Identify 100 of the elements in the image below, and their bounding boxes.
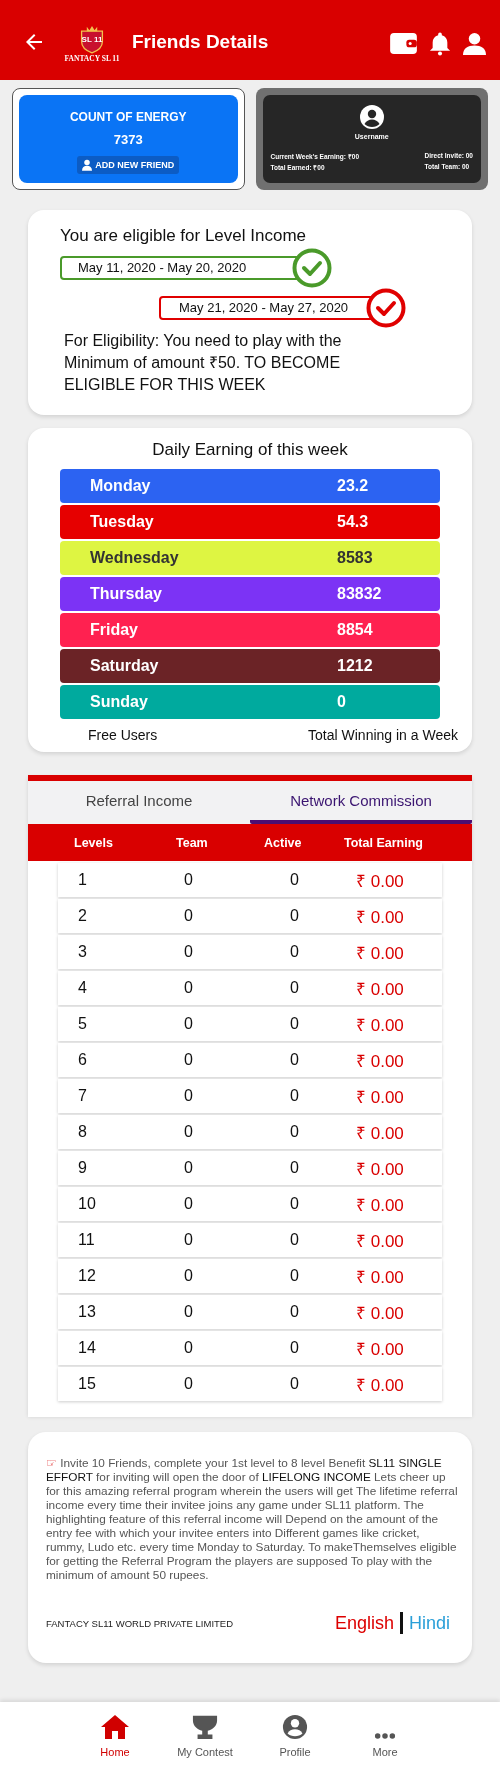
- company-name: FANTACY SL11 WORLD PRIVATE LIMITED: [46, 1617, 234, 1629]
- day-name: Tuesday: [89, 513, 155, 531]
- table-cell-text: ₹ 0.00: [355, 1374, 405, 1396]
- day-name: Sunday: [89, 693, 149, 711]
- table-cell-text: 0: [289, 1087, 300, 1105]
- table-cell-text: 0: [289, 1015, 300, 1033]
- table-cell-text: 0: [183, 907, 194, 925]
- user-icon[interactable]: [463, 31, 486, 55]
- more-icon: [374, 1732, 396, 1740]
- table-cell-text: ₹ 0.00: [355, 870, 405, 892]
- table-cell-text: 0: [183, 1051, 194, 1069]
- table-cell-text: 0: [289, 1231, 300, 1249]
- day-name: Saturday: [89, 657, 160, 675]
- home-icon: [100, 1714, 130, 1740]
- table-cell-text: 0: [183, 979, 194, 997]
- table-cell-text: 0: [289, 1303, 300, 1321]
- day-amount: 8583: [337, 549, 373, 567]
- table-cell-text: 0: [289, 907, 300, 925]
- table-cell-text: 0: [183, 1195, 194, 1213]
- table-cell-text: 11: [77, 1231, 96, 1249]
- eligibility-title: You are eligible for Level Income: [60, 226, 308, 246]
- table-cell-text: 0: [289, 1375, 300, 1393]
- table-cell-text: 0: [289, 1195, 300, 1213]
- day-amount: 83832: [337, 585, 382, 603]
- nav-item[interactable]: Profile: [250, 1714, 340, 1758]
- table-cell-text: ₹ 0.00: [355, 1014, 405, 1036]
- table-cell-text: 0: [289, 943, 300, 961]
- table-cell-text: 2: [77, 907, 88, 925]
- bell-icon[interactable]: [429, 30, 451, 56]
- day-name: Monday: [89, 477, 152, 495]
- column-header: Team: [175, 835, 209, 850]
- table-cell-text: 0: [289, 1267, 300, 1285]
- profile-icon: [281, 1714, 309, 1740]
- nav-item[interactable]: Home: [70, 1714, 160, 1758]
- table-cell-text: 1: [77, 871, 88, 889]
- table-cell-text: 0: [183, 1159, 194, 1177]
- day-amount: 23.2: [337, 477, 369, 495]
- column-header: Total Earning: [344, 835, 424, 850]
- table-cell-text: 4: [77, 979, 88, 997]
- daily-earning-title: Daily Earning of this week: [151, 440, 349, 460]
- table-cell-text: ₹ 0.00: [355, 1050, 405, 1072]
- table-cell-text: ₹ 0.00: [355, 1194, 405, 1216]
- person-icon: [82, 159, 93, 171]
- table-cell-text: ₹ 0.00: [355, 978, 405, 1000]
- energy-count: 7373: [113, 132, 143, 147]
- day-name: Thursday: [89, 585, 163, 603]
- check-circle-icon: [366, 288, 406, 328]
- add-friend-button[interactable]: ADD NEW FRIEND: [77, 156, 180, 174]
- table-cell-text: 0: [183, 1015, 194, 1033]
- table-cell-text: 15: [77, 1375, 97, 1393]
- table-cell-text: ₹ 0.00: [355, 942, 405, 964]
- table-cell-text: 3: [77, 943, 88, 961]
- table-cell-text: 0: [183, 1123, 194, 1141]
- table-cell-text: 0: [289, 1339, 300, 1357]
- table-cell-text: 12: [77, 1267, 97, 1285]
- energy-title: COUNT OF ENERGY: [69, 110, 187, 124]
- table-cell-text: 14: [77, 1339, 97, 1357]
- table-cell-text: ₹ 0.00: [355, 1230, 405, 1252]
- info-paragraph: ☞ Invite 10 Friends, complete your 1st level to 8 level Benefit SL11 SINGLE EFFORT for inviting will open the door of LIFELONG INCOME Lets cheer up for this amazing referral program wherein the users will get The lifetime referral income every time their invitee joins any game under SL11 platform. The highlighting feature of this referral income will Depend on the amount of the entry fee with which your invitee enters into Different games like cricket, rummy, Ludo etc. every time Monday to Saturday. To makeThemselves eligible for getting the Referral Program the players are supposed To play with the minimum of amount 50 rupees.: [46, 1456, 459, 1582]
- table-cell-text: 0: [183, 943, 194, 961]
- language-link[interactable]: English: [334, 1612, 394, 1634]
- column-header: Levels: [73, 835, 114, 850]
- table-cell-text: 0: [289, 1051, 300, 1069]
- nav-item[interactable]: More: [340, 1714, 430, 1758]
- table-cell-text: ₹ 0.00: [355, 1158, 405, 1180]
- table-cell-text: 10: [77, 1195, 97, 1213]
- wallet-icon[interactable]: [390, 32, 417, 54]
- day-amount: 0: [337, 693, 346, 711]
- table-cell-text: 7: [77, 1087, 88, 1105]
- table-cell-text: 0: [289, 871, 300, 889]
- day-name: Friday: [89, 621, 139, 639]
- table-cell-text: 0: [183, 1087, 194, 1105]
- eligibility-note: For Eligibility: You need to play with the Minimum of amount ₹50. TO BECOME ELIGIBLE FOR THIS WEEK: [64, 331, 343, 395]
- table-cell-text: 0: [289, 979, 300, 997]
- nav-item[interactable]: My Contest: [160, 1714, 250, 1758]
- table-cell-text: 13: [77, 1303, 97, 1321]
- day-name: Wednesday: [89, 549, 180, 567]
- avatar-icon: [359, 105, 384, 129]
- table-cell-text: 0: [183, 871, 194, 889]
- total-winning-label: Total Winning in a Week: [308, 727, 458, 743]
- table-cell-text: ₹ 0.00: [355, 1122, 405, 1144]
- table-cell-text: 8: [77, 1123, 88, 1141]
- table-cell-text: ₹ 0.00: [355, 1338, 405, 1360]
- table-cell-text: ₹ 0.00: [355, 1086, 405, 1108]
- check-circle-icon: [292, 248, 332, 288]
- tab[interactable]: Referral Income: [28, 781, 250, 824]
- table-cell-text: ₹ 0.00: [355, 1302, 405, 1324]
- free-users-label: Free Users: [88, 727, 158, 743]
- table-cell-text: 0: [183, 1375, 194, 1393]
- table-cell-text: 0: [183, 1231, 194, 1249]
- table-cell-text: 5: [77, 1015, 88, 1033]
- table-cell-text: ₹ 0.00: [355, 906, 405, 928]
- column-header: Active: [263, 835, 303, 850]
- table-cell-text: 0: [183, 1339, 194, 1357]
- table-cell-text: 0: [289, 1123, 300, 1141]
- day-amount: 54.3: [337, 513, 369, 531]
- page-title: Friends Details: [132, 31, 269, 53]
- table-cell-text: 6: [77, 1051, 88, 1069]
- table-cell-text: 0: [289, 1159, 300, 1177]
- trophy-icon: [191, 1714, 219, 1740]
